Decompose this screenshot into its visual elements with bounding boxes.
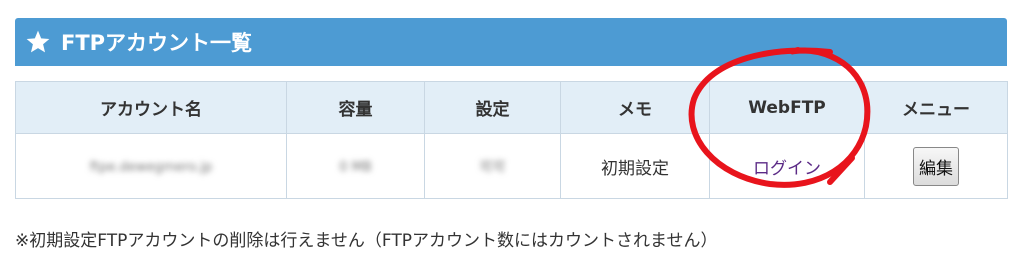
webftp-login-link[interactable]: ログイン <box>753 159 821 179</box>
star-icon <box>26 30 50 53</box>
column-header-memo: メモ <box>560 81 710 134</box>
ftp-account-panel: FTPアカウント一覧 <box>15 18 1007 66</box>
table-row: ftpe.dewegmero.jp 0 MB 可可 初期設定 ログイン 編集 <box>15 47 1008 199</box>
account-name: ftpe.dewegmero.jp <box>89 160 213 175</box>
table-header-row: アカウント名 容量 設定 メモ WebFTP メニュー <box>15 81 1008 134</box>
column-header-setting: 設定 <box>424 81 561 134</box>
column-header-account: アカウント名 <box>15 81 287 134</box>
webftp-cell: ログイン <box>688 47 871 199</box>
deletion-note: ※初期設定FTPアカウントの削除は行えません（FTPアカウント数にはカウントされ… <box>15 231 718 251</box>
capacity-cell: 0 MB <box>286 133 425 199</box>
memo-cell: 初期設定 <box>560 133 710 199</box>
capacity-value: 0 MB <box>339 160 372 175</box>
column-header-capacity: 容量 <box>286 81 425 134</box>
menu-cell: 編集 <box>864 133 1008 199</box>
setting-value: 可可 <box>479 160 506 175</box>
column-header-menu: メニュー <box>864 81 1008 134</box>
ftp-account-table: アカウント名 容量 設定 メモ WebFTP メニュー ftpe.dewegme… <box>15 47 1008 199</box>
edit-button[interactable]: 編集 <box>913 146 959 186</box>
panel-header: FTPアカウント一覧 <box>15 18 1007 66</box>
account-name-cell: ftpe.dewegmero.jp <box>15 133 287 199</box>
panel-title: FTPアカウント一覧 <box>61 31 253 55</box>
setting-cell: 可可 <box>424 133 561 199</box>
column-header-webftp: WebFTP <box>709 81 865 134</box>
